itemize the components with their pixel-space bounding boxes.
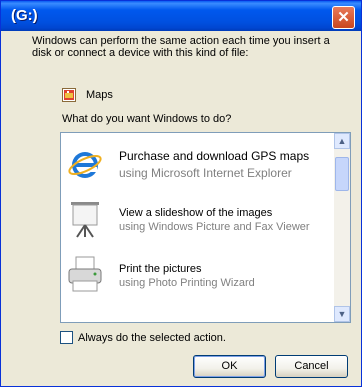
media-type-label: Maps [86, 89, 113, 101]
list-scrollbar[interactable]: ▲ ▼ [334, 133, 350, 322]
scroll-down-button[interactable]: ▼ [334, 306, 350, 322]
window-title: (G:) [11, 7, 38, 24]
ok-button[interactable]: OK [193, 355, 266, 378]
close-icon: ✕ [337, 9, 350, 26]
action-subtitle: using Windows Picture and Fax Viewer [119, 221, 310, 233]
list-item[interactable]: Print the pictures using Photo Printing … [61, 251, 333, 307]
action-subtitle: using Photo Printing Wizard [119, 277, 255, 289]
media-type-row: Maps [62, 88, 222, 104]
internet-explorer-icon [68, 152, 102, 178]
close-button[interactable]: ✕ [332, 6, 355, 29]
always-do-label[interactable]: Always do the selected action. [78, 332, 226, 344]
map-file-icon [62, 88, 76, 102]
cancel-button[interactable]: Cancel [275, 355, 348, 378]
action-list[interactable]: Purchase and download GPS maps using Mic… [60, 132, 351, 323]
question-text: What do you want Windows to do? [62, 113, 232, 125]
printer-icon [68, 256, 102, 292]
always-do-checkbox[interactable] [60, 331, 73, 344]
intro-text: Windows can perform the same action each… [32, 35, 330, 59]
list-item[interactable]: Purchase and download GPS maps using Mic… [61, 139, 333, 195]
title-bar[interactable]: (G:) ✕ [1, 1, 361, 31]
scroll-up-button[interactable]: ▲ [334, 133, 350, 149]
chevron-up-icon: ▲ [337, 136, 347, 146]
action-title: Print the pictures [119, 263, 202, 275]
chevron-down-icon: ▼ [337, 309, 347, 319]
action-title: Purchase and download GPS maps [119, 149, 310, 163]
action-subtitle: using Microsoft Internet Explorer [119, 166, 292, 180]
list-item[interactable]: View a slideshow of the images using Win… [61, 195, 333, 251]
action-title: View a slideshow of the images [119, 207, 273, 219]
projector-screen-icon [71, 202, 99, 238]
scroll-thumb[interactable] [335, 157, 349, 191]
always-do-row[interactable]: Always do the selected action. [60, 331, 280, 347]
